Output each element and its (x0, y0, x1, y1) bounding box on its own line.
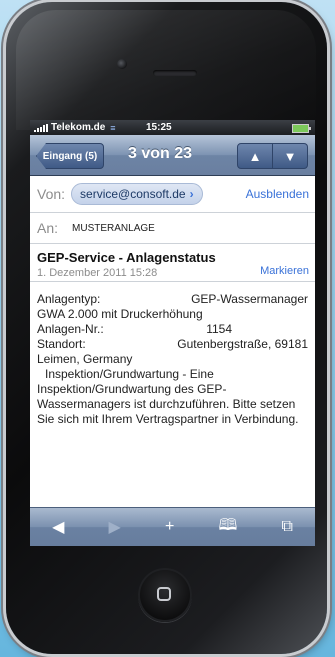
back-arrow-icon[interactable]: ◀ (52, 517, 64, 537)
to-label: An: (37, 220, 59, 236)
sender-address: service@consoft.de (80, 187, 186, 201)
home-square-icon (157, 587, 171, 601)
location-label: Standort: (37, 337, 86, 351)
message-body: Anlagentyp: GEP-Wassermanager GWA 2.000 m… (30, 282, 315, 427)
to-row: An: MUSTERANLAGE (30, 213, 315, 244)
location-value: Gutenbergstraße, 69181 (177, 337, 308, 351)
carrier-name: Telekom.de (51, 122, 106, 133)
message-navigation: ▲ ▼ (237, 143, 308, 169)
sender-chip[interactable]: service@consoft.de › (71, 183, 203, 205)
recipient[interactable]: MUSTERANLAGE (72, 223, 155, 234)
number-value: 1154 (206, 322, 232, 336)
type-value: GEP-Wassermanager (191, 292, 308, 306)
add-icon[interactable]: + (165, 518, 174, 536)
type-value-line2: GWA 2.000 mit Druckerhöhung (37, 307, 203, 321)
bookmarks-icon[interactable]: 🕮 (218, 514, 237, 541)
from-row: Von: service@consoft.de › Ausblenden (30, 176, 315, 213)
earpiece-speaker (153, 70, 197, 76)
clock: 15:25 (146, 122, 172, 133)
location-value-line2: Leimen, Germany (37, 352, 133, 366)
previous-message-button[interactable]: ▲ (237, 143, 273, 169)
message-subject: GEP-Service - Anlagenstatus (37, 250, 216, 265)
type-label: Anlagentyp: (37, 292, 101, 306)
next-message-button[interactable]: ▼ (273, 143, 308, 169)
data-connection-icon: ≡ (110, 122, 116, 133)
chevron-right-icon: › (189, 187, 194, 201)
number-label: Anlagen-Nr.: (37, 322, 104, 336)
inbox-back-button[interactable]: Eingang (5) (36, 143, 104, 169)
navigation-bar: Eingang (5) 3 von 23 ▲ ▼ (30, 135, 315, 176)
hide-details-link[interactable]: Ausblenden (246, 187, 309, 201)
bottom-toolbar: ◀ ▶ + 🕮 ⧉ (30, 507, 315, 546)
message-paragraph: Inspektion/Grundwartung - Eine Inspektio… (37, 367, 299, 426)
subject-block: GEP-Service - Anlagenstatus 1. Dezember … (30, 244, 315, 282)
front-camera (117, 59, 127, 69)
battery-icon (292, 124, 311, 133)
phone-screen: Telekom.de ≡ 15:25 Eingang (5) 3 von 23 … (30, 120, 315, 546)
signal-icon (34, 123, 48, 132)
forward-arrow-icon[interactable]: ▶ (109, 517, 121, 537)
message-position: 3 von 23 (128, 145, 193, 162)
from-label: Von: (37, 186, 66, 202)
mark-link[interactable]: Markieren (260, 265, 309, 277)
status-bar: Telekom.de ≡ 15:25 (30, 120, 315, 135)
pages-icon[interactable]: ⧉ (281, 518, 292, 536)
home-button[interactable] (138, 568, 192, 622)
